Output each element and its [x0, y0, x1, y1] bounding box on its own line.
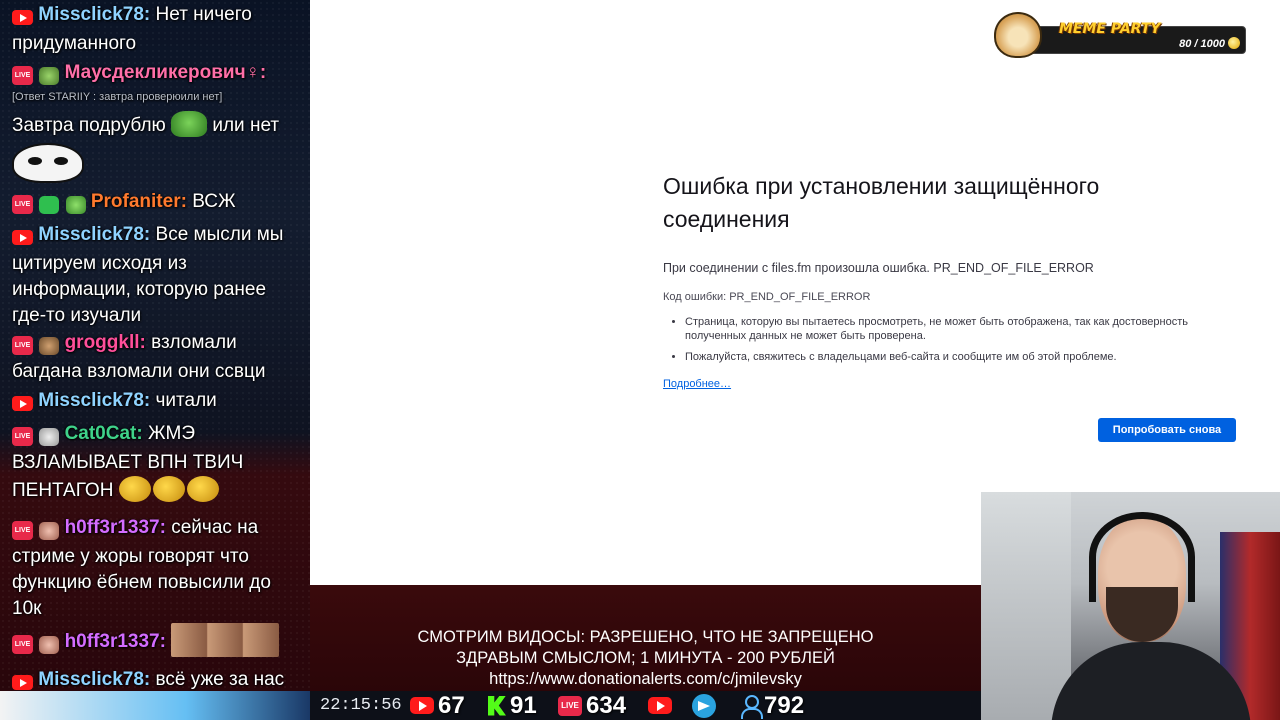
sub-badge-icon — [39, 336, 60, 355]
chat-message: LIVE groggkll: взломали багдана взломали… — [12, 330, 304, 385]
chat-message: LIVE Profaniter: ВСЖ — [12, 189, 304, 218]
meme-party-title: MEME PARTY — [1059, 21, 1161, 37]
chat-text: или нет — [212, 115, 280, 136]
meme-party-progress-bar: MEME PARTY 80 / 1000 — [1010, 21, 1246, 54]
youtube-viewers: 67 — [410, 691, 465, 720]
cringe-emote-icon — [186, 476, 219, 502]
doge-icon — [994, 12, 1042, 58]
info-line: ЗДРАВЫМ СМЫСЛОМ; 1 МИНУТА - 200 РУБЛЕЙ — [456, 649, 835, 667]
webcam-feed — [981, 492, 1280, 720]
youtube-play-icon — [648, 697, 672, 714]
chat-message: LIVE Cat0Cat: ЖМЭ ВЗЛАМЫВАЕТ ВПН ТВИЧ ПЕ… — [12, 421, 304, 504]
telegram-icon — [692, 693, 716, 718]
youtube-link — [648, 691, 676, 720]
twitch-live-icon: LIVE — [12, 336, 33, 356]
telegram-link — [692, 691, 716, 720]
chat-message: Missclick78: Нет ничего придуманного — [12, 2, 304, 57]
user-icon — [740, 694, 763, 719]
headset-icon — [1089, 512, 1195, 602]
chat-author: h0ff3r1337: — [64, 517, 166, 538]
try-again-button[interactable]: Попробовать снова — [1098, 418, 1236, 442]
chat-text: Завтра подрублю — [12, 115, 166, 136]
chat-author: Missclick78: — [38, 4, 151, 25]
meme-party-widget: MEME PARTY 80 / 1000 — [994, 12, 1246, 58]
error-bullet: Страница, которую вы пытаетесь просмотре… — [685, 315, 1225, 343]
youtube-icon — [12, 230, 33, 246]
chat-author: Маусдекликерович♀: — [64, 62, 267, 83]
chat-text: читали — [155, 390, 217, 411]
twitch-live-icon: LIVE — [558, 695, 582, 716]
chat-message: Missclick78: Все мысли мы цитируем исход… — [12, 222, 304, 329]
cringe-emote-icon — [152, 476, 185, 502]
error-bullet-list: Страница, которую вы пытаетесь просмотре… — [663, 315, 1225, 371]
twitch-live-icon: LIVE — [12, 521, 33, 541]
chat-author: Missclick78: — [38, 669, 151, 690]
error-code: Код ошибки: PR_END_OF_FILE_ERROR — [663, 291, 871, 303]
chat-author: h0ff3r1337: — [64, 631, 166, 652]
sub-badge-icon — [39, 521, 60, 540]
chat-reply-quote: [Ответ STARIIY : завтра проверюили нет] — [12, 91, 223, 103]
meme-party-progress-text: 80 / 1000 — [1179, 38, 1225, 50]
youtube-icon — [12, 10, 33, 26]
frog-emote-icon — [171, 111, 208, 137]
donation-info-panel: СМОТРИМ ВИДОСЫ: РАЗРЕШЕНО, ЧТО НЕ ЗАПРЕЩ… — [310, 585, 981, 695]
donation-link: https://www.donationalerts.com/c/jmilevs… — [489, 670, 802, 688]
chat-text: ВСЖ — [192, 191, 236, 212]
chat-message: Missclick78: читали — [12, 388, 304, 417]
stream-clock: 22:15:56 — [320, 696, 402, 715]
green-badge-icon — [39, 195, 60, 214]
error-description: При соединении с files.fm произошла ошиб… — [663, 261, 1094, 275]
kick-viewers: 91 — [488, 691, 537, 720]
sub-badge-icon — [39, 427, 60, 446]
twitch-viewer-count: 634 — [586, 691, 627, 719]
youtube-icon — [12, 396, 33, 412]
chat-author: Missclick78: — [38, 390, 151, 411]
webcam-background-wall — [981, 492, 1071, 720]
frog-badge-icon — [65, 195, 86, 214]
twitch-live-icon: LIVE — [12, 195, 33, 215]
kick-viewer-count: 91 — [510, 691, 537, 719]
twitch-viewers: LIVE 634 — [558, 691, 626, 720]
error-bullet: Пожалуйста, свяжитесь с владельцами веб-… — [685, 350, 1225, 364]
youtube-icon — [12, 675, 33, 691]
chat-author: Cat0Cat: — [64, 423, 143, 444]
kick-icon — [488, 695, 506, 716]
frog-badge-icon — [39, 66, 60, 85]
chat-message: LIVE Маусдекликерович♀: [Ответ STARIIY :… — [12, 60, 304, 183]
youtube-icon — [410, 697, 434, 714]
chat-author: Profaniter: — [90, 191, 187, 212]
chat-author: groggkll: — [64, 332, 146, 353]
chat-message: LIVE h0ff3r1337: сейчас на стриме у жоры… — [12, 515, 304, 622]
info-line: СМОТРИМ ВИДОСЫ: РАЗРЕШЕНО, ЧТО НЕ ЗАПРЕЩ… — [417, 628, 874, 646]
cat-emote-icon — [12, 143, 84, 183]
sub-badge-icon — [39, 635, 60, 654]
youtube-viewer-count: 67 — [438, 691, 465, 719]
twitch-live-icon: LIVE — [12, 427, 33, 447]
coin-icon — [1228, 37, 1240, 49]
learn-more-link[interactable]: Подробнее… — [663, 378, 731, 390]
laughing-emote-icon — [171, 623, 280, 657]
error-title: Ошибка при установлении защищённого соед… — [663, 173, 1100, 232]
chat-footer-stripe — [0, 691, 310, 720]
chat-overlay: Missclick78: Нет ничего придуманного LIV… — [0, 0, 310, 720]
twitch-live-icon: LIVE — [12, 635, 33, 655]
chat-author: Missclick78: — [38, 224, 151, 245]
cringe-emote-icon — [118, 476, 151, 502]
chat-message: LIVE h0ff3r1337: — [12, 623, 304, 658]
total-viewers: 792 — [740, 691, 804, 720]
total-viewer-count: 792 — [764, 691, 805, 719]
twitch-live-icon: LIVE — [12, 66, 33, 86]
